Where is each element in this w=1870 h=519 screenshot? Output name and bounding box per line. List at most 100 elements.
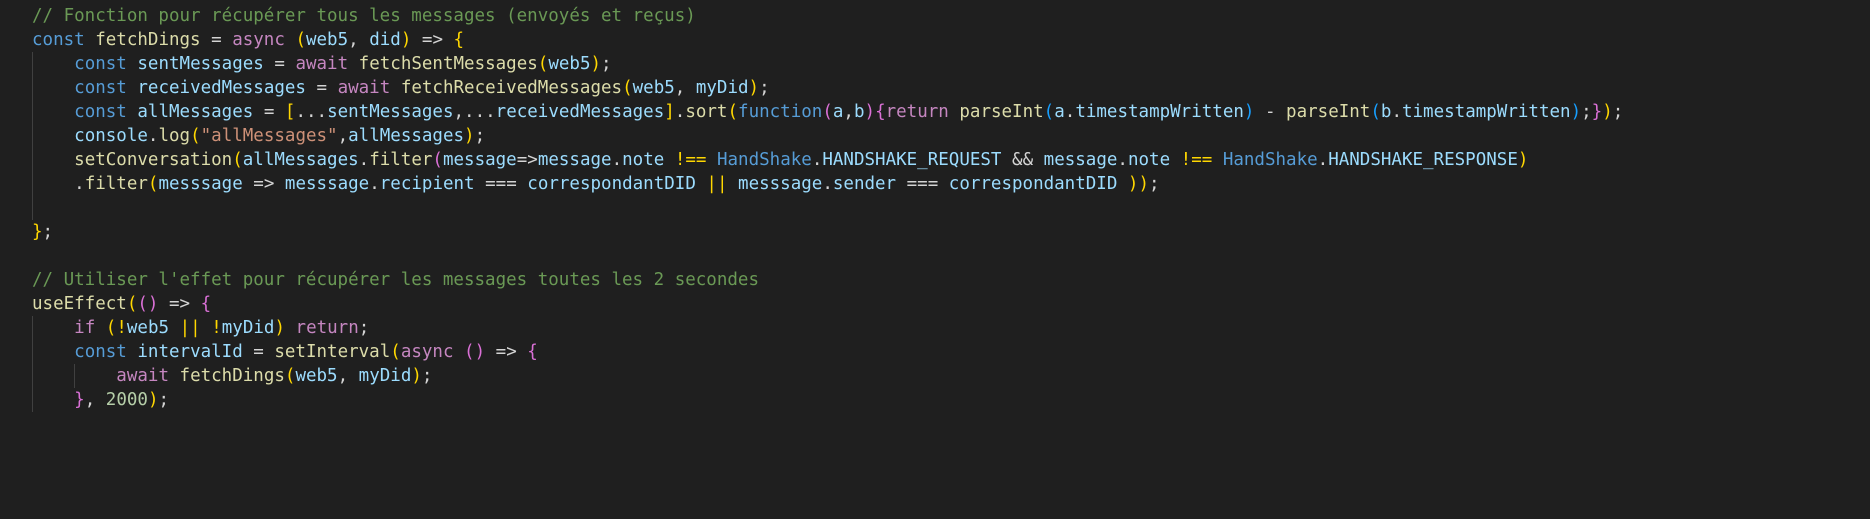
token-keyword: function <box>738 102 823 122</box>
token-operator: . <box>147 126 159 146</box>
token-bracket: ( <box>390 342 401 362</box>
token-operator: = <box>242 342 275 362</box>
token-operator: . <box>1391 102 1402 122</box>
token-operator: => <box>516 150 538 170</box>
token-operator: . <box>822 174 833 194</box>
token-bracket: } <box>74 390 85 410</box>
code-line: await fetchDings(web5, myDid); <box>0 364 1870 388</box>
token-bracket: ( <box>432 150 443 170</box>
token-variable: did <box>369 30 401 50</box>
token-variable: sender <box>832 174 897 194</box>
token-bracket: ) <box>474 342 486 362</box>
token-function: useEffect <box>32 294 127 314</box>
token-constant: HANDSHAKE_RESPONSE <box>1328 150 1518 170</box>
token-variable: web5 <box>126 318 170 338</box>
token-keyword: const <box>74 54 127 74</box>
indent-guide <box>32 148 33 172</box>
code-line: if (!web5 || !myDid) return; <box>0 316 1870 340</box>
token-variable: message <box>442 150 517 170</box>
token-function: setConversation <box>74 150 233 170</box>
token-operator: , <box>337 126 349 146</box>
token-function: log <box>158 126 191 146</box>
token-operator: = <box>200 30 233 50</box>
token-bracket: ) <box>1138 174 1149 194</box>
code-line: const sentMessages = await fetchSentMess… <box>0 52 1870 76</box>
token-bracket: ( <box>1370 102 1381 122</box>
token-variable: web5 <box>305 30 349 50</box>
token-operator: , <box>84 390 106 410</box>
token-keyword: return <box>885 102 949 122</box>
token-function: filter <box>84 174 148 194</box>
token-variable: web5 <box>295 366 338 386</box>
code-line: // Fonction pour récupérer tous les mess… <box>0 4 1870 28</box>
indent-guide <box>32 388 33 412</box>
token-bracket: ( <box>1043 102 1055 122</box>
token-variable: b <box>1380 102 1392 122</box>
token-bracket: ] <box>664 102 675 122</box>
token-variable: timestampWritten <box>1075 102 1244 122</box>
token-operator: ; <box>601 54 612 74</box>
code-line: useEffect(() => { <box>0 292 1870 316</box>
code-line: }, 2000); <box>0 388 1870 412</box>
token-bracket: ) <box>400 30 412 50</box>
token-bracket: { <box>200 294 212 314</box>
token-bracket: ( <box>295 30 306 50</box>
token-operator: , <box>348 30 370 50</box>
code-line: const allMessages = [...sentMessages,...… <box>0 100 1870 124</box>
token-function: setInterval <box>274 342 391 362</box>
code-editor[interactable]: // Fonction pour récupérer tous les mess… <box>0 0 1870 519</box>
token-operator: ; <box>474 126 486 146</box>
token-keyword: const <box>74 102 127 122</box>
token-variable: sentMessages <box>327 102 454 122</box>
token-keyword: const <box>74 342 127 362</box>
token-variable: b <box>853 102 865 122</box>
indent-guide <box>32 316 33 340</box>
token-bracket: ) <box>1517 150 1529 170</box>
token-operator: === <box>474 174 528 194</box>
token-keyword: await <box>116 366 169 386</box>
token-operator: . <box>1317 150 1329 170</box>
token-constant: HANDSHAKE_REQUEST <box>822 150 1002 170</box>
token-bracket: ( <box>727 102 739 122</box>
code-line: console.log("allMessages",allMessages); <box>0 124 1870 148</box>
token-bracket: ) <box>1127 174 1139 194</box>
code-line: .filter(messsage => messsage.recipient =… <box>0 172 1870 196</box>
token-operator: . <box>674 102 686 122</box>
token-variable: timestampWritten <box>1401 102 1571 122</box>
token-operator: ; <box>759 78 770 98</box>
token-keyword: return <box>295 318 359 338</box>
token-operator: = <box>263 54 296 74</box>
token-operator: . <box>811 150 823 170</box>
token-variable: allMessages <box>348 126 465 146</box>
token-operator: => <box>411 30 454 50</box>
token-operator: ! <box>211 318 222 338</box>
token-variable: message <box>1043 150 1118 170</box>
token-function: fetchReceivedMessages <box>400 78 623 98</box>
token-bracket: ( <box>105 318 117 338</box>
token-operator: ; <box>1581 102 1592 122</box>
code-line: setConversation(allMessages.filter(messa… <box>0 148 1870 172</box>
code-line: // Utiliser l'effet pour récupérer les m… <box>0 268 1870 292</box>
token-operator: => <box>158 294 201 314</box>
token-operator: ; <box>158 390 170 410</box>
token-variable: correspondantDID <box>527 174 696 194</box>
indent-guide <box>74 364 75 388</box>
token-bracket: ) <box>748 78 760 98</box>
